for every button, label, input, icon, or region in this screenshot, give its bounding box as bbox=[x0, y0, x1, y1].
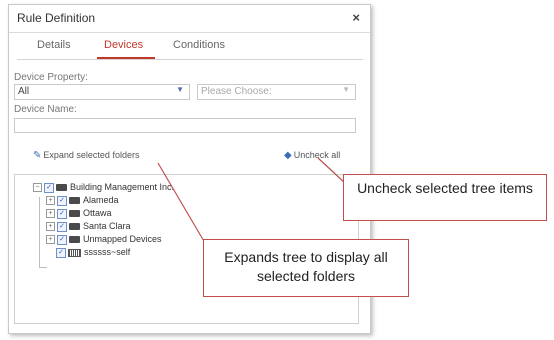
chevron-down-icon: ▼ bbox=[342, 85, 350, 94]
tree-node-device[interactable]: ✓ ssssss~self bbox=[56, 247, 130, 258]
tab-devices[interactable]: Devices bbox=[104, 39, 143, 51]
device-property-select[interactable]: All ▼ bbox=[14, 84, 190, 100]
active-tab-indicator bbox=[97, 57, 155, 59]
callout-uncheck: Uncheck selected tree items bbox=[343, 174, 547, 221]
folder-icon bbox=[69, 197, 80, 205]
checkbox-checked-icon[interactable]: ✓ bbox=[57, 234, 67, 245]
dialog-title: Rule Definition bbox=[17, 11, 96, 25]
uncheck-label: Uncheck all bbox=[293, 150, 341, 160]
tree-line bbox=[39, 267, 47, 268]
checkbox-checked-icon[interactable]: ✓ bbox=[57, 208, 67, 219]
checkbox-checked-icon[interactable]: ✓ bbox=[44, 182, 54, 193]
tree-node-root[interactable]: − ✓ Building Management Inc. bbox=[33, 182, 174, 193]
folder-icon bbox=[56, 184, 67, 192]
tab-conditions[interactable]: Conditions bbox=[173, 39, 225, 51]
close-icon[interactable]: × bbox=[352, 10, 360, 25]
checkbox-checked-icon[interactable]: ✓ bbox=[57, 221, 67, 232]
expand-selected-folders-link[interactable]: ✎ Expand selected folders bbox=[33, 150, 139, 161]
folder-icon bbox=[69, 210, 80, 218]
checkbox-checked-icon[interactable]: ✓ bbox=[57, 195, 67, 206]
expand-icon[interactable]: + bbox=[46, 209, 55, 219]
tree-node-santa-clara[interactable]: + ✓ Santa Clara bbox=[46, 221, 131, 232]
eraser-icon: ◆ bbox=[284, 150, 292, 161]
tree-node-label: ssssss~self bbox=[84, 247, 131, 257]
please-choose-placeholder: Please Choose: bbox=[201, 86, 272, 97]
tree-node-unmapped-devices[interactable]: + ✓ Unmapped Devices bbox=[46, 234, 162, 245]
dialog-titlebar: Rule Definition × bbox=[9, 5, 370, 33]
tree-node-label: Building Management Inc. bbox=[70, 182, 175, 192]
tab-bar: Details Devices Conditions bbox=[17, 33, 363, 60]
tree-line bbox=[39, 197, 40, 267]
folder-icon bbox=[69, 236, 80, 244]
tree-node-ottawa[interactable]: + ✓ Ottawa bbox=[46, 208, 112, 219]
folder-icon bbox=[69, 223, 80, 231]
expand-icon[interactable]: + bbox=[46, 235, 55, 245]
device-name-input[interactable] bbox=[14, 118, 356, 133]
pencil-icon: ✎ bbox=[33, 150, 42, 161]
tab-details[interactable]: Details bbox=[37, 39, 71, 51]
tree-node-label: Ottawa bbox=[83, 208, 112, 218]
expand-icon[interactable]: + bbox=[46, 222, 55, 232]
checkbox-checked-icon[interactable]: ✓ bbox=[56, 247, 66, 258]
please-choose-select[interactable]: Please Choose: ▼ bbox=[197, 84, 356, 100]
expand-label: Expand selected folders bbox=[43, 150, 140, 160]
chevron-down-icon: ▼ bbox=[176, 85, 184, 94]
device-property-value: All bbox=[18, 86, 30, 97]
tree-node-alameda[interactable]: + ✓ Alameda bbox=[46, 195, 119, 206]
expand-icon[interactable]: + bbox=[46, 196, 55, 206]
device-name-label: Device Name: bbox=[14, 104, 77, 115]
tree-node-label: Unmapped Devices bbox=[83, 234, 162, 244]
callout-expand: Expands tree to display all selected fol… bbox=[203, 239, 409, 297]
uncheck-all-link[interactable]: ◆ Uncheck all bbox=[284, 150, 340, 161]
collapse-icon[interactable]: − bbox=[33, 183, 42, 193]
device-property-label: Device Property: bbox=[14, 72, 88, 83]
tree-node-label: Alameda bbox=[83, 195, 119, 205]
tree-node-label: Santa Clara bbox=[83, 221, 131, 231]
device-icon bbox=[68, 248, 81, 257]
